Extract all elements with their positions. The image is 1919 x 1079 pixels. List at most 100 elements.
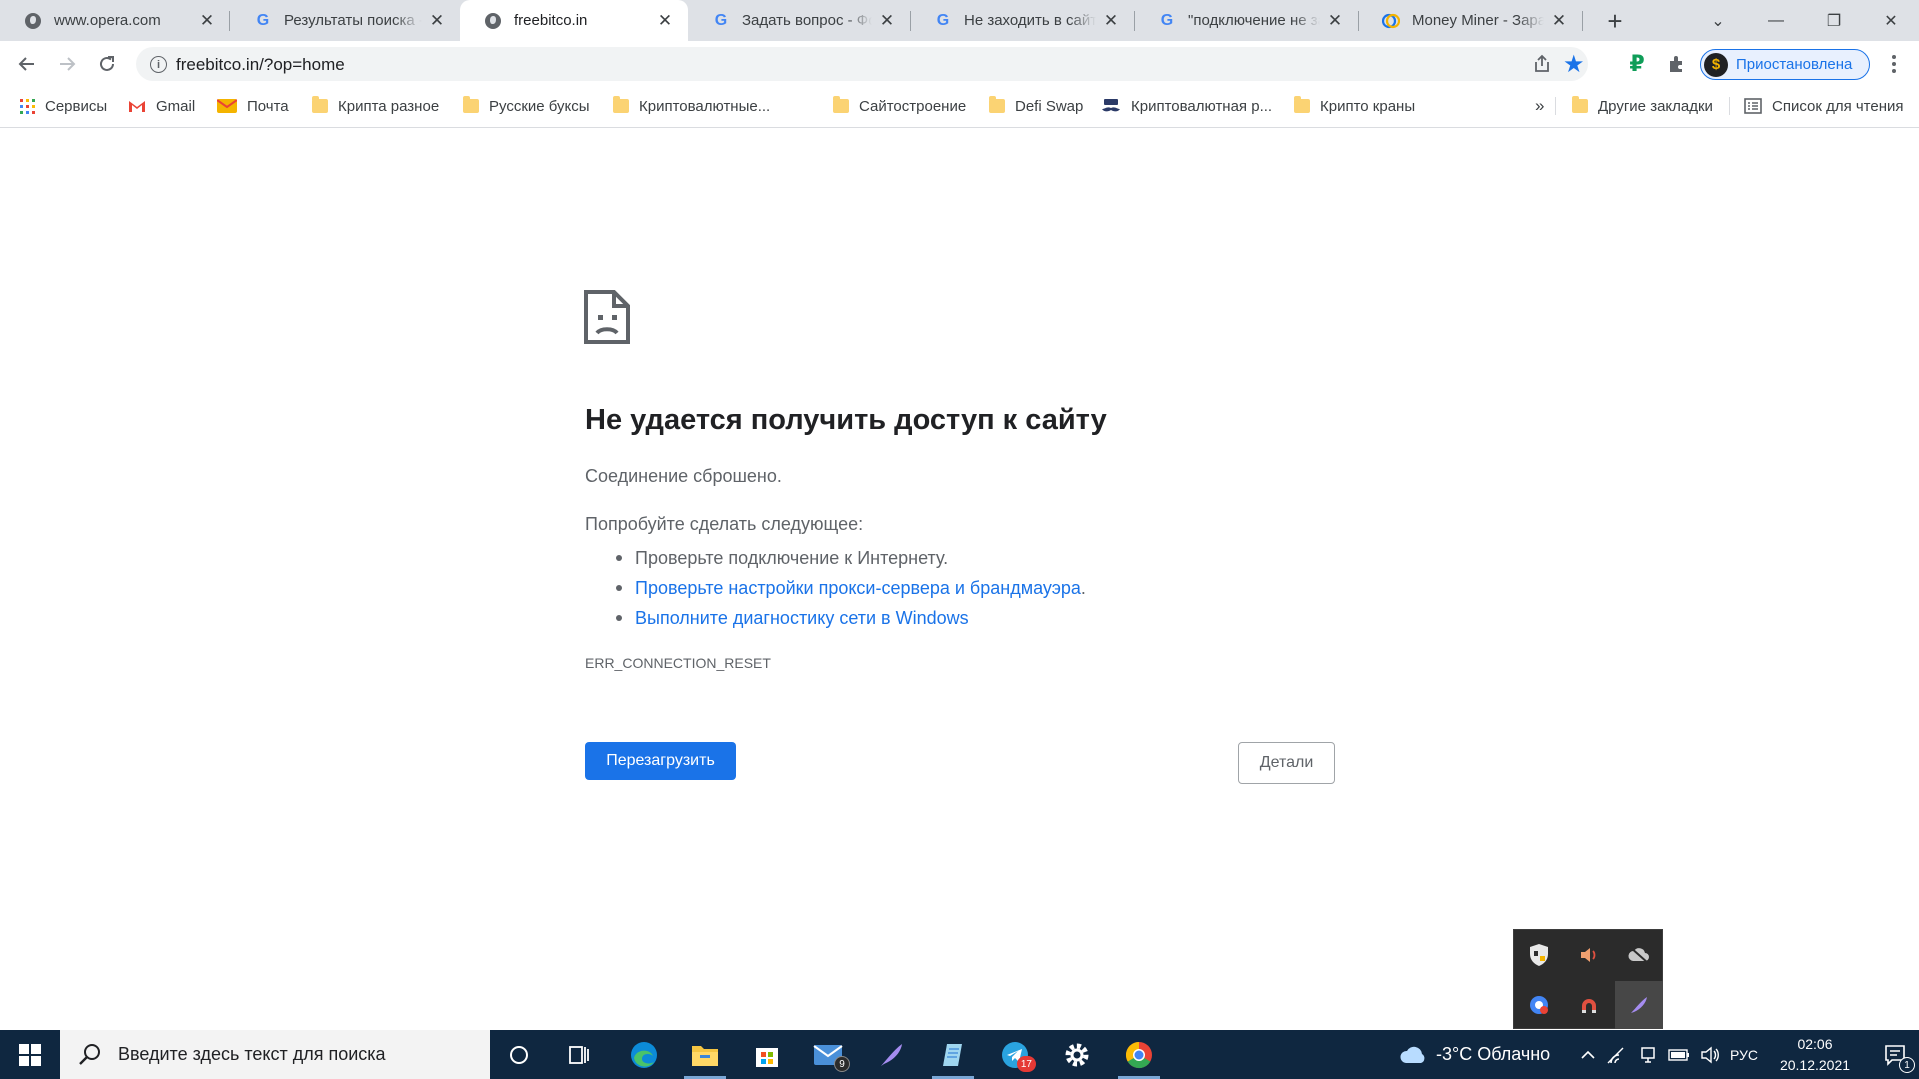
mail-badge: 9 xyxy=(834,1056,850,1072)
start-button[interactable] xyxy=(0,1030,60,1079)
search-icon xyxy=(79,1043,100,1065)
suggestion-text: Проверьте подключение к Интернету. xyxy=(635,548,949,568)
close-tab-icon[interactable]: ✕ xyxy=(1550,11,1568,30)
taskbar-search-input[interactable]: Введите здесь текст для поиска xyxy=(60,1030,490,1079)
taskbar-telegram[interactable]: 17 xyxy=(986,1030,1044,1079)
tray-overflow-chevron-icon[interactable] xyxy=(1576,1030,1600,1079)
network-icon[interactable] xyxy=(1604,1030,1628,1079)
extensions-button[interactable] xyxy=(1661,48,1693,80)
site-info-icon[interactable]: i xyxy=(150,56,167,73)
profile-paused-button[interactable]: $ Приостановлена xyxy=(1700,49,1870,80)
bookmark-other[interactable]: Другие закладки xyxy=(1572,88,1713,124)
bookmarks-bar: Сервисы Gmail Почта Крипта разное Русски… xyxy=(0,88,1919,128)
taskbar-settings[interactable] xyxy=(1048,1030,1106,1079)
taskbar-feather-app[interactable] xyxy=(862,1030,920,1079)
ruble-extension-icon[interactable]: ₽ xyxy=(1621,48,1653,80)
close-tab-icon[interactable]: ✕ xyxy=(198,11,216,30)
globe-icon xyxy=(24,12,42,30)
taskbar-edge[interactable] xyxy=(615,1030,673,1079)
notepad-icon xyxy=(943,1043,962,1066)
tab-search-results[interactable]: G Результаты поиска - ✕ xyxy=(230,0,460,41)
taskbar-notepad-app[interactable] xyxy=(924,1030,982,1079)
cortana-button[interactable] xyxy=(490,1030,548,1079)
suggestion-check-proxy: Проверьте настройки прокси-сервера и бра… xyxy=(610,573,1086,603)
url-text[interactable]: freebitco.in/?op=home xyxy=(176,55,345,75)
volume-icon[interactable] xyxy=(1697,1030,1723,1079)
tab-title: www.opera.com xyxy=(54,12,161,29)
bookmark-crypto-faucets[interactable]: Крипто краны xyxy=(1294,88,1415,124)
forward-button[interactable] xyxy=(51,48,83,80)
minimize-button[interactable]: — xyxy=(1748,0,1804,41)
magnet-app-icon[interactable] xyxy=(1565,981,1613,1029)
tab-cant-enter-site[interactable]: G Не заходить в сайт - ✕ xyxy=(910,0,1134,41)
weather-widget[interactable]: -3°C Облачно xyxy=(1398,1030,1550,1079)
tab-freebitco[interactable]: freebitco.in ✕ xyxy=(460,0,688,41)
bookmark-services[interactable]: Сервисы xyxy=(20,88,107,124)
battery-icon[interactable] xyxy=(1666,1030,1692,1079)
bookmark-defi-swap[interactable]: Defi Swap xyxy=(989,88,1083,124)
menu-kebab-icon[interactable] xyxy=(1878,48,1910,80)
back-button[interactable] xyxy=(11,48,43,80)
bookmark-crypto-currencies[interactable]: Криптовалютные... xyxy=(613,88,770,124)
close-tab-icon[interactable]: ✕ xyxy=(656,11,674,30)
money-miner-icon xyxy=(1382,12,1400,30)
chrome-update-icon[interactable] xyxy=(1515,981,1563,1029)
details-button[interactable]: Детали xyxy=(1238,742,1335,784)
profile-avatar: $ xyxy=(1704,52,1728,77)
share-icon[interactable] xyxy=(1531,53,1553,75)
sad-document-icon xyxy=(584,290,630,344)
bookmarks-divider xyxy=(1555,97,1556,115)
bookmark-label: Почта xyxy=(247,97,289,115)
defender-shield-icon[interactable] xyxy=(1515,931,1563,979)
network-diagnostics-link[interactable]: Выполните диагностику сети в Windows xyxy=(635,608,969,628)
bookmark-site-building[interactable]: Сайтостроение xyxy=(833,88,966,124)
taskbar-store[interactable] xyxy=(738,1030,796,1079)
close-window-button[interactable]: ✕ xyxy=(1863,0,1919,41)
speaker-muted-icon[interactable] xyxy=(1565,931,1613,979)
task-view-button[interactable] xyxy=(550,1030,608,1079)
address-bar[interactable]: i freebitco.in/?op=home ★ xyxy=(136,47,1588,81)
close-tab-icon[interactable]: ✕ xyxy=(878,11,896,30)
notification-center-button[interactable]: 1 xyxy=(1870,1030,1919,1079)
input-language-indicator[interactable]: РУС xyxy=(1730,1030,1758,1079)
arrow-left-icon xyxy=(18,57,34,71)
tab-opera[interactable]: www.opera.com ✕ xyxy=(0,0,230,41)
taskbar-file-explorer[interactable] xyxy=(676,1030,734,1079)
bookmark-russian-boxes[interactable]: Русские буксы xyxy=(463,88,590,124)
bookmark-star-icon[interactable]: ★ xyxy=(1563,50,1585,79)
bookmark-gmail[interactable]: Gmail xyxy=(128,88,195,124)
meeting-icon[interactable] xyxy=(1636,1030,1660,1079)
mustache-icon xyxy=(1101,99,1121,113)
cloud-offline-icon[interactable] xyxy=(1615,931,1663,979)
tab-connection-search[interactable]: G "подключение не за ✕ xyxy=(1134,0,1358,41)
close-tab-icon[interactable]: ✕ xyxy=(428,11,446,30)
tab-money-miner[interactable]: Money Miner - Зараб ✕ xyxy=(1358,0,1582,41)
bookmark-crypto-work[interactable]: Криптовалютная р... xyxy=(1101,88,1272,124)
new-tab-button[interactable]: + xyxy=(1600,6,1630,36)
edge-icon xyxy=(631,1041,657,1068)
close-tab-icon[interactable]: ✕ xyxy=(1326,11,1344,30)
reload-toolbar-button[interactable] xyxy=(91,48,123,80)
folder-icon xyxy=(463,96,479,113)
close-tab-icon[interactable]: ✕ xyxy=(1102,11,1120,30)
tab-ask-question[interactable]: G Задать вопрос - Фор ✕ xyxy=(688,0,910,41)
bookmark-mail[interactable]: Почта xyxy=(217,88,289,124)
bookmark-label: Список для чтения xyxy=(1772,97,1904,115)
taskbar-chrome[interactable] xyxy=(1110,1030,1168,1079)
bookmark-label: Сервисы xyxy=(45,97,108,115)
proxy-settings-link[interactable]: Проверьте настройки прокси-сервера и бра… xyxy=(635,578,1081,598)
taskbar-mail[interactable]: 9 xyxy=(800,1030,858,1079)
clock-date: 20.12.2021 xyxy=(1779,1057,1851,1073)
tray-overflow-popup xyxy=(1513,929,1663,1029)
bookmarks-overflow-icon[interactable]: » xyxy=(1535,88,1544,124)
restore-button[interactable]: ❐ xyxy=(1806,0,1862,41)
cortana-circle-icon xyxy=(510,1045,528,1064)
feather-app-icon[interactable] xyxy=(1615,981,1663,1029)
reading-list-button[interactable]: Список для чтения xyxy=(1744,88,1904,124)
tab-search-dropdown-icon[interactable]: ⌄ xyxy=(1690,0,1746,41)
tab-title: Не заходить в сайт - xyxy=(964,12,1096,29)
reload-button[interactable]: Перезагрузить xyxy=(585,742,736,780)
bookmark-crypto-misc[interactable]: Крипта разное xyxy=(312,88,439,124)
globe-icon xyxy=(484,12,502,30)
system-clock[interactable]: 02:06 20.12.2021 xyxy=(1770,1034,1860,1076)
